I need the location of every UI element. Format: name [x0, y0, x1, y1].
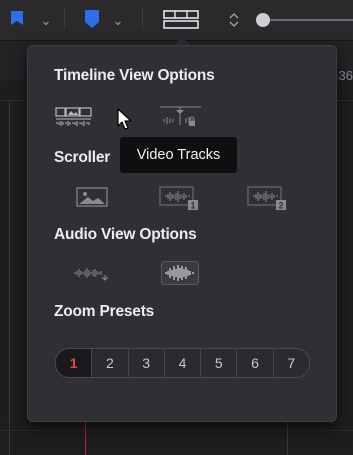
zoom-preset-3[interactable]: 3 [127, 349, 164, 377]
audio-waveform-lock-icon [160, 106, 201, 126]
chevron-down-icon[interactable]: ⌄ [38, 12, 54, 28]
zoom-preset-6[interactable]: 6 [236, 349, 272, 377]
toolbar: ⌄ ⌄ [0, 0, 353, 41]
scroller-audio-2-icon: 2 [247, 186, 286, 211]
zoom-preset-7[interactable]: 7 [272, 349, 309, 377]
scroller-audio-1-option[interactable]: 1 [159, 186, 198, 210]
toolbar-divider [142, 8, 143, 30]
timeline-gridline [287, 420, 288, 455]
scroller-image-icon [76, 187, 108, 207]
zoom-preset-1[interactable]: 1 [56, 349, 92, 377]
section-title-zoom-presets: Zoom Presets [54, 303, 155, 320]
section-title-scroller: Scroller [54, 149, 111, 166]
zoom-slider-handle[interactable] [256, 13, 270, 27]
svg-text:1: 1 [190, 201, 195, 211]
zoom-preset-4[interactable]: 4 [163, 349, 200, 377]
timeline-view-icon[interactable] [163, 10, 199, 30]
video-tracks-option[interactable] [55, 106, 92, 128]
zoom-slider-track[interactable] [263, 19, 353, 21]
tooltip: Video Tracks [120, 137, 237, 173]
section-title-timeline-view: Timeline View Options [54, 67, 215, 84]
toolbar-divider [64, 8, 65, 30]
blue-marker-icon[interactable] [84, 9, 100, 29]
flag-marker-icon[interactable] [10, 10, 24, 28]
audio-waveform-full-icon [165, 265, 194, 281]
mouse-pointer-icon [117, 108, 133, 135]
svg-text:2: 2 [278, 201, 283, 211]
scroller-audio-1-icon: 1 [159, 186, 198, 211]
timeline-gridline [9, 100, 10, 455]
zoom-presets: 1 2 3 4 5 6 7 [55, 348, 310, 378]
scroller-audio-2-option[interactable]: 2 [247, 186, 286, 210]
zoom-preset-5[interactable]: 5 [200, 349, 236, 377]
audio-waveform-option[interactable] [72, 262, 109, 284]
ruler-timecode: 36 [338, 68, 353, 83]
timeline-divider [0, 430, 353, 431]
scroller-image-option[interactable] [74, 186, 110, 208]
chevron-down-icon[interactable]: ⌄ [110, 12, 126, 28]
section-title-audio-view: Audio View Options [54, 226, 197, 243]
zoom-preset-2[interactable]: 2 [91, 349, 127, 377]
audio-waveform-lock-option[interactable] [159, 104, 201, 126]
video-tracks-icon [55, 107, 92, 126]
zoom-stepper-icon[interactable] [227, 10, 241, 30]
audio-waveform-icon [74, 268, 109, 281]
audio-waveform-full-option[interactable] [161, 261, 199, 285]
